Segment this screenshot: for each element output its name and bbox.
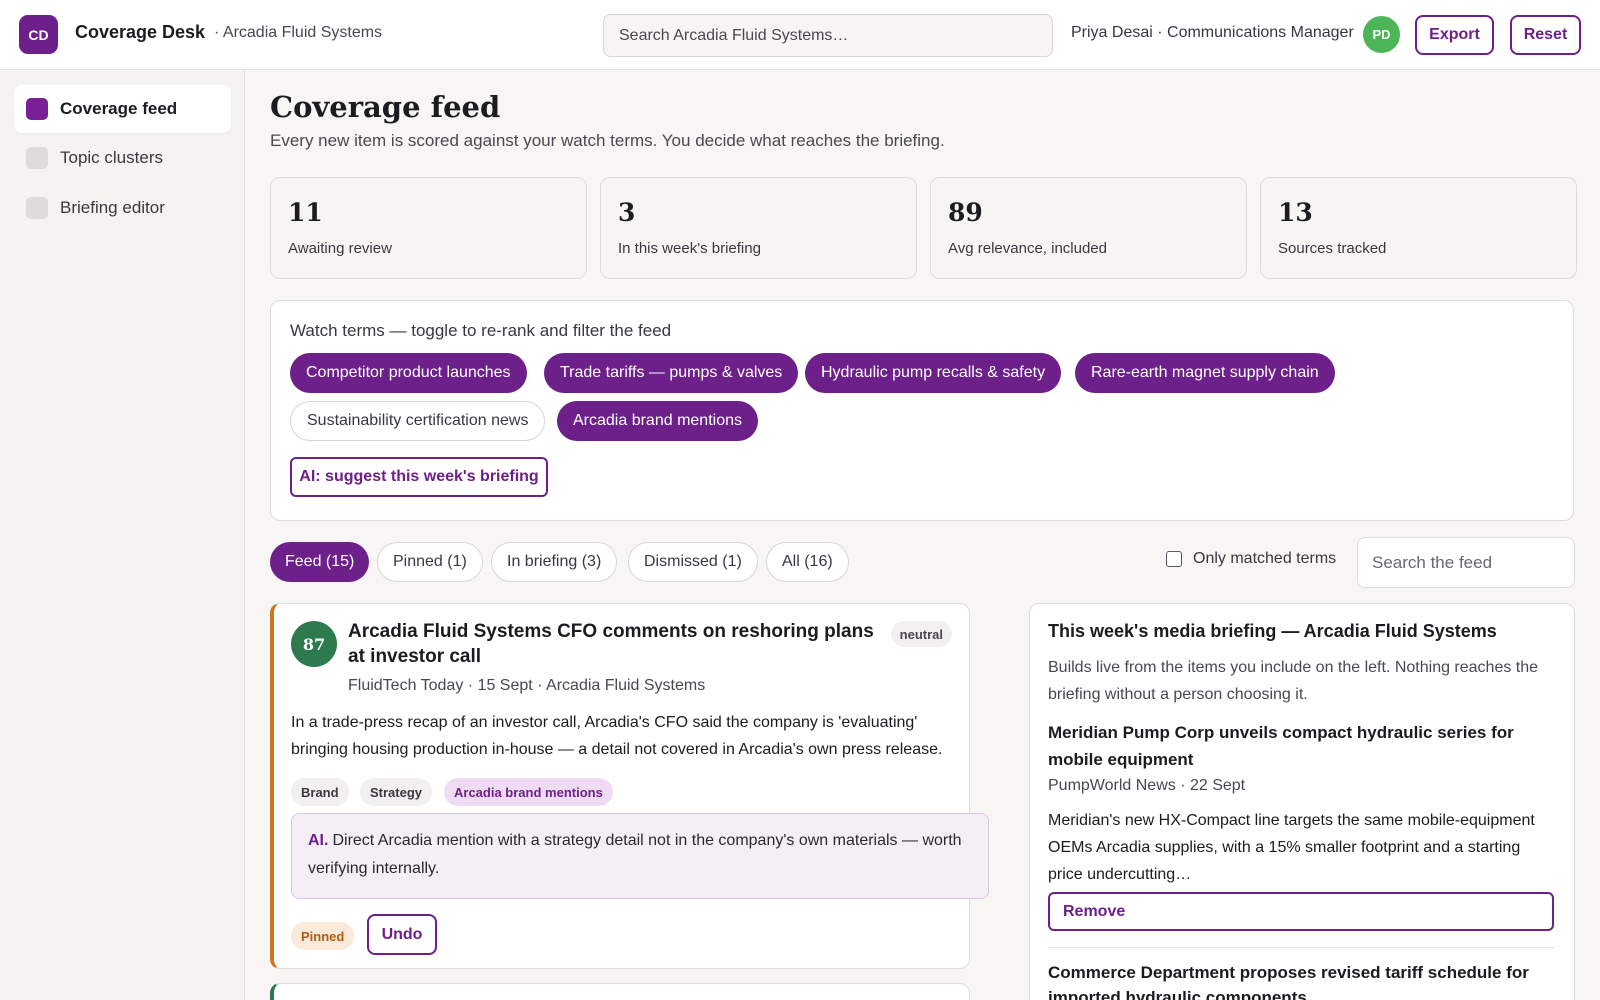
feed-item-card[interactable] (270, 983, 970, 1000)
tab-in-briefing[interactable]: In briefing (3) (491, 542, 618, 582)
topic-clusters-icon (26, 147, 48, 169)
sidebar: Coverage feed Topic clusters Briefing ed… (0, 70, 245, 1000)
briefing-editor-icon (26, 197, 48, 219)
stat-awaiting-review: 11 Awaiting review (270, 177, 587, 279)
page-title: Coverage feed (270, 90, 501, 124)
ai-note-label: AI. (308, 832, 329, 849)
sidebar-item-coverage-feed[interactable]: Coverage feed (14, 85, 231, 133)
briefing-item-meta: PumpWorld News · 22 Sept (1048, 777, 1246, 794)
stat-value: 89 (948, 198, 983, 227)
org-label: · Arcadia Fluid Systems (214, 24, 383, 41)
watch-term-chip[interactable]: Sustainability certification news (290, 401, 546, 441)
topic-tag: Brand (291, 778, 349, 806)
stat-value: 11 (288, 198, 323, 227)
only-matched-toggle[interactable]: Only matched terms (1166, 550, 1336, 568)
watch-term-chip[interactable]: Competitor product launches (290, 353, 527, 393)
feed-search-input[interactable]: Search the feed (1357, 537, 1575, 588)
sidebar-item-topic-clusters[interactable]: Topic clusters (14, 134, 231, 182)
stat-value: 3 (618, 198, 636, 227)
watch-term-chip[interactable]: Rare-earth magnet supply chain (1075, 353, 1335, 393)
feed-item-card[interactable]: 87 Arcadia Fluid Systems CFO comments on… (270, 603, 989, 969)
tab-all[interactable]: All (16) (766, 542, 849, 582)
tab-dismissed[interactable]: Dismissed (1) (628, 542, 758, 582)
topic-tag: Strategy (360, 778, 433, 806)
app-title: Coverage Desk (75, 22, 206, 42)
matched-term-tag: Arcadia brand mentions (444, 778, 613, 806)
stat-label: Sources tracked (1278, 240, 1387, 257)
status-badge: Pinned (291, 922, 355, 950)
briefing-description: Builds live from the items you include o… (1048, 659, 1539, 703)
sidebar-item-label: Briefing editor (60, 198, 165, 217)
watch-term-chip[interactable]: Hydraulic pump recalls & safety (805, 353, 1062, 393)
feed-item-body: In a trade-press recap of an investor ca… (291, 714, 943, 758)
watch-terms-title: Watch terms — toggle to re-rank and filt… (290, 321, 672, 340)
ai-suggest-briefing-button[interactable]: AI: suggest this week's briefing (290, 457, 548, 497)
top-bar: CD Coverage Desk · Arcadia Fluid Systems… (0, 0, 1600, 70)
briefing-item-title[interactable]: Meridian Pump Corp unveils compact hydra… (1048, 719, 1548, 773)
watch-terms-panel: Watch terms — toggle to re-rank and filt… (270, 300, 1574, 521)
coverage-feed-icon (26, 98, 48, 120)
watch-term-chip[interactable]: Arcadia brand mentions (557, 401, 758, 441)
avatar[interactable]: PD (1363, 16, 1400, 53)
stat-sources-tracked: 13 Sources tracked (1260, 177, 1577, 279)
stat-label: Avg relevance, included (948, 240, 1107, 257)
feed-search-placeholder: Search the feed (1372, 552, 1493, 572)
sidebar-item-label: Coverage feed (60, 99, 178, 118)
briefing-title: This week's media briefing — Arcadia Flu… (1048, 621, 1497, 641)
undo-button[interactable]: Undo (367, 914, 437, 955)
only-matched-label: Only matched terms (1193, 550, 1337, 567)
sidebar-item-label: Topic clusters (60, 148, 163, 167)
stat-in-briefing: 3 In this week's briefing (600, 177, 917, 279)
global-search-placeholder: Search Arcadia Fluid Systems… (619, 26, 849, 44)
stat-avg-relevance: 89 Avg relevance, included (930, 177, 1247, 279)
ai-note-text: Direct Arcadia mention with a strategy d… (308, 832, 962, 877)
sentiment-badge: neutral (890, 621, 952, 647)
feed-item-title[interactable]: Arcadia Fluid Systems CFO comments on re… (348, 619, 888, 669)
briefing-item-title[interactable]: Commerce Department proposes revised tar… (1048, 960, 1548, 1000)
stat-value: 13 (1278, 198, 1313, 227)
briefing-panel: This week's media briefing — Arcadia Flu… (1029, 603, 1575, 1000)
tab-pinned[interactable]: Pinned (1) (377, 542, 483, 582)
relevance-score-badge: 87 (291, 621, 337, 667)
reset-button[interactable]: Reset (1510, 15, 1581, 55)
export-button[interactable]: Export (1415, 15, 1494, 55)
feed-item-meta: FluidTech Today · 15 Sept · Arcadia Flui… (348, 677, 706, 694)
stat-label: Awaiting review (288, 240, 392, 257)
user-label: Priya Desai · Communications Manager (1071, 24, 1354, 41)
main-content: Coverage feed Every new item is scored a… (245, 70, 1600, 1000)
ai-note: AI. Direct Arcadia mention with a strateg… (291, 813, 989, 899)
briefing-item-body: Meridian's new HX-Compact line targets t… (1048, 812, 1535, 883)
app-logo[interactable]: CD (19, 15, 58, 54)
only-matched-checkbox[interactable] (1166, 551, 1182, 567)
global-search-input[interactable]: Search Arcadia Fluid Systems… (603, 14, 1053, 57)
remove-from-briefing-button[interactable]: Remove (1048, 892, 1554, 931)
divider (1048, 947, 1554, 948)
tab-feed[interactable]: Feed (15) (270, 542, 370, 582)
watch-term-chip[interactable]: Trade tariffs — pumps & valves (544, 353, 799, 393)
stat-label: In this week's briefing (618, 240, 761, 257)
sidebar-item-briefing-editor[interactable]: Briefing editor (14, 184, 231, 232)
page-description: Every new item is scored against your wa… (270, 131, 945, 150)
